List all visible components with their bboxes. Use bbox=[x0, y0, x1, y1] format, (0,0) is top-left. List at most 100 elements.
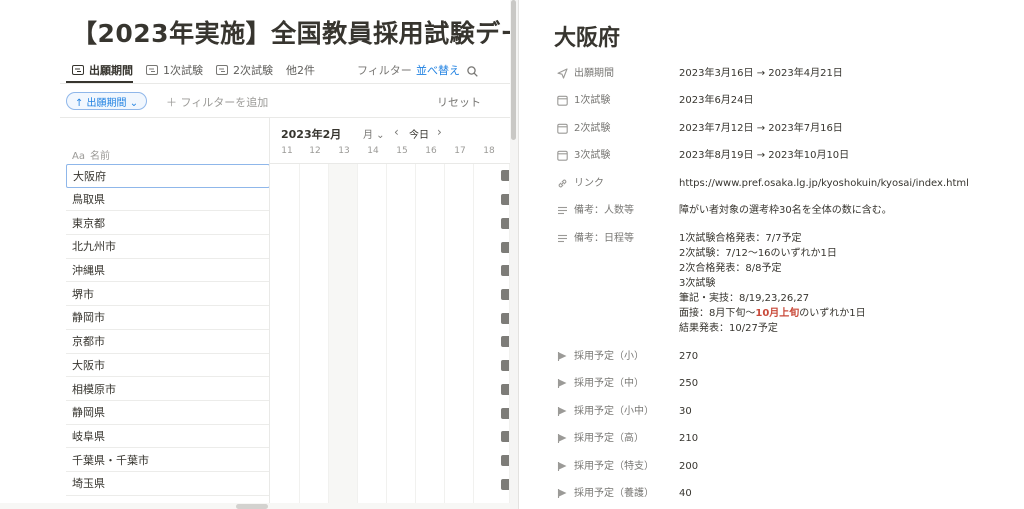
table-row[interactable]: 千葉県・千葉市 bbox=[66, 448, 270, 472]
today-button[interactable]: 今日 bbox=[409, 126, 429, 141]
send-icon bbox=[557, 68, 568, 79]
timeline-scale-dropdown[interactable]: 月 ⌄ bbox=[363, 126, 385, 141]
table-row[interactable]: 京都市 bbox=[66, 330, 270, 354]
timeline-column bbox=[416, 164, 445, 509]
property-value[interactable]: 210 bbox=[679, 431, 698, 446]
property-label[interactable]: 採用予定（小中） bbox=[557, 404, 679, 419]
timeline-column bbox=[270, 164, 300, 509]
timeline-bar-stub[interactable] bbox=[501, 313, 509, 324]
table-row[interactable]: 沖縄県 bbox=[66, 259, 270, 283]
table-row[interactable]: 静岡県 bbox=[66, 401, 270, 425]
schedule-line-interview: 面接：8月下旬〜10月上旬のいずれか1日 bbox=[679, 308, 866, 319]
property-label[interactable]: 採用予定（養護） bbox=[557, 486, 679, 501]
timeline-bar-stub[interactable] bbox=[501, 265, 509, 276]
property-label[interactable]: 1次試験 bbox=[557, 93, 679, 108]
property-label[interactable]: 採用予定（特支） bbox=[557, 459, 679, 474]
timeline-bar-stub[interactable] bbox=[501, 408, 509, 419]
table-row[interactable]: 堺市 bbox=[66, 282, 270, 307]
property-value[interactable]: 30 bbox=[679, 404, 692, 419]
number-flag-icon bbox=[557, 434, 567, 443]
property-label[interactable]: 出願期間 bbox=[557, 66, 679, 81]
timeline-bar-stub[interactable] bbox=[501, 336, 509, 347]
timeline-bar-stub[interactable] bbox=[501, 479, 509, 490]
table-row[interactable]: 東京都 bbox=[66, 211, 270, 236]
property-label[interactable]: 備考：日程等 bbox=[557, 231, 679, 246]
tab-more[interactable]: 他2件 bbox=[286, 62, 315, 78]
property-value[interactable]: 270 bbox=[679, 349, 698, 364]
page-title[interactable]: 大阪府 bbox=[554, 20, 620, 52]
timeline-bar-stub[interactable] bbox=[501, 384, 509, 395]
timeline-bar-stub[interactable] bbox=[501, 360, 509, 371]
tab-label: 出願期間 bbox=[89, 64, 133, 77]
property-value[interactable]: 200 bbox=[679, 459, 698, 474]
table-row[interactable]: 相模原市 bbox=[66, 377, 270, 401]
timeline-column bbox=[387, 164, 416, 509]
timeline-day: 12 bbox=[309, 146, 321, 156]
vertical-scrollbar-thumb[interactable] bbox=[511, 0, 516, 140]
property-value[interactable]: 250 bbox=[679, 376, 698, 391]
property-label[interactable]: 2次試験 bbox=[557, 121, 679, 136]
property-value[interactable]: 2023年6月24日 bbox=[679, 93, 754, 108]
name-column-header[interactable]: Aa 名前 bbox=[72, 147, 110, 162]
timeline-bar-stub[interactable] bbox=[501, 194, 509, 205]
table-row[interactable]: 大阪市 bbox=[66, 354, 270, 378]
timeline-column bbox=[300, 164, 329, 509]
filter-button[interactable]: フィルター bbox=[357, 62, 412, 78]
property-label[interactable]: 採用予定（中） bbox=[557, 376, 679, 391]
property-value[interactable]: 2023年7月12日 → 2023年7月16日 bbox=[679, 121, 843, 136]
timeline-day: 11 bbox=[281, 146, 293, 156]
reset-button[interactable]: リセット bbox=[437, 94, 481, 110]
calendar-icon bbox=[557, 95, 568, 106]
sort-chip[interactable]: ↑ 出願期間 ⌄ bbox=[66, 92, 148, 110]
property-value[interactable]: 2023年3月16日 → 2023年4月21日 bbox=[679, 66, 843, 81]
table-row[interactable]: 鳥取県 bbox=[66, 188, 270, 212]
property-value-multiline[interactable]: 1次試験合格発表：7/7予定 2次試験：7/12〜16のいずれか1日 2次合格発… bbox=[679, 231, 866, 336]
property-value-link[interactable]: https://www.pref.osaka.lg.jp/kyoshokuin/… bbox=[679, 176, 969, 191]
horizontal-scrollbar-thumb[interactable] bbox=[236, 504, 268, 509]
schedule-line: 1次試験合格発表：7/7予定 bbox=[679, 233, 802, 244]
table-row[interactable]: 北九州市 bbox=[66, 235, 270, 259]
tab-application-period[interactable]: 出願期間 bbox=[72, 62, 133, 78]
property-application-period: 出願期間 2023年3月16日 → 2023年4月21日 bbox=[557, 66, 843, 81]
tab-first-exam[interactable]: 1次試験 bbox=[146, 62, 203, 78]
calendar-icon bbox=[216, 65, 228, 75]
property-hiring-special-support: 採用予定（特支） 200 bbox=[557, 459, 698, 474]
property-label[interactable]: 3次試験 bbox=[557, 148, 679, 163]
tab-second-exam[interactable]: 2次試験 bbox=[216, 62, 273, 78]
detail-panel: 大阪府 出願期間 2023年3月16日 → 2023年4月21日 1次試験 20… bbox=[519, 0, 1024, 509]
add-filter-button[interactable]: ＋ フィルターを追加 bbox=[166, 94, 268, 110]
sort-button[interactable]: 並べ替え bbox=[416, 62, 460, 78]
timeline-grid[interactable] bbox=[270, 164, 510, 509]
schedule-line: 2次合格発表：8/8予定 bbox=[679, 263, 782, 274]
property-label[interactable]: 備考：人数等 bbox=[557, 203, 679, 218]
tab-label: 1次試験 bbox=[163, 64, 203, 77]
schedule-line: 筆記・実技：8/19,23,26,27 bbox=[679, 293, 810, 304]
timeline-bar-stub[interactable] bbox=[501, 170, 509, 181]
property-value[interactable]: 障がい者対象の選考枠30名を全体の数に含む。 bbox=[679, 203, 892, 218]
calendar-icon bbox=[146, 65, 158, 75]
table-row[interactable]: 埼玉県 bbox=[66, 472, 270, 496]
prev-arrow-icon[interactable]: ‹ bbox=[394, 125, 399, 139]
timeline-bar-stub[interactable] bbox=[501, 242, 509, 253]
calendar-icon bbox=[557, 150, 568, 161]
timeline-day: 13 bbox=[338, 146, 350, 156]
search-icon[interactable] bbox=[467, 62, 478, 81]
table-row[interactable]: 岐阜県 bbox=[66, 425, 270, 449]
timeline-bar-stub[interactable] bbox=[501, 431, 509, 442]
property-label[interactable]: リンク bbox=[557, 176, 679, 191]
property-label[interactable]: 採用予定（小） bbox=[557, 349, 679, 364]
column-label: 名前 bbox=[89, 151, 110, 162]
number-flag-icon bbox=[557, 407, 567, 416]
timeline-bar-stub[interactable] bbox=[501, 289, 509, 300]
property-label[interactable]: 採用予定（高） bbox=[557, 431, 679, 446]
database-title: 【2023年実施】全国教員採用試験データベース bbox=[72, 19, 510, 48]
number-flag-icon bbox=[557, 379, 567, 388]
row-list: 大阪府 鳥取県 東京都 北九州市 沖縄県 堺市 静岡市 京都市 大阪市 相模原市… bbox=[66, 164, 270, 496]
property-value[interactable]: 40 bbox=[679, 486, 692, 501]
property-value[interactable]: 2023年8月19日 → 2023年10月10日 bbox=[679, 148, 849, 163]
table-row[interactable]: 静岡市 bbox=[66, 306, 270, 330]
next-arrow-icon[interactable]: › bbox=[437, 125, 442, 139]
table-row[interactable]: 大阪府 bbox=[66, 164, 270, 188]
timeline-bar-stub[interactable] bbox=[501, 218, 509, 229]
timeline-bar-stub[interactable] bbox=[501, 455, 509, 466]
